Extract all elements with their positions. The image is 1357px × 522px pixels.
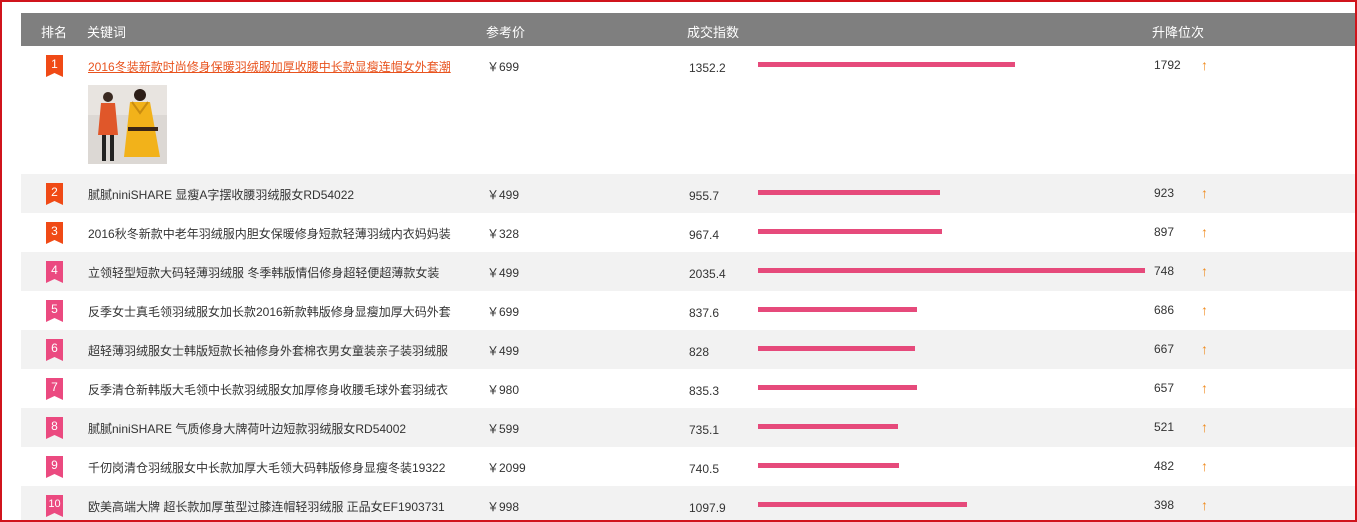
keyword-link[interactable]: 2016冬装新款时尚修身保暖羽绒服加厚收腰中长款显瘦连帽女外套潮: [88, 58, 451, 75]
arrow-up-icon: ↑: [1201, 185, 1208, 201]
down-jacket-thumbnail-icon[interactable]: [88, 85, 167, 164]
rank-badge: 4: [46, 261, 63, 283]
reference-price: ￥499: [487, 188, 520, 202]
reference-price: ￥998: [487, 500, 520, 514]
transaction-index-bar: [758, 229, 942, 234]
rank-change-value: 748: [1154, 264, 1175, 278]
transaction-index-value: 955.7: [689, 189, 720, 203]
rank-badge: 7: [46, 378, 63, 400]
arrow-up-icon: ↑: [1201, 380, 1208, 396]
header-change: 升降位次: [1152, 25, 1205, 40]
table-row: 2 腻腻niniSHARE 显瘦A字摆收腰羽绒服女RD54022 ￥499 955.7…: [21, 174, 1355, 213]
transaction-index-value: 967.4: [689, 228, 720, 242]
arrow-up-icon: ↑: [1201, 263, 1208, 279]
reference-price: ￥499: [487, 344, 520, 358]
reference-price: ￥699: [487, 305, 520, 319]
reference-price: ￥699: [487, 60, 520, 74]
arrow-up-icon: ↑: [1201, 458, 1208, 474]
transaction-index-value: 835.3: [689, 384, 720, 398]
transaction-index-value: 2035.4: [689, 267, 726, 281]
keyword-link[interactable]: 欧美高端大牌 超长款加厚茧型过膝连帽轻羽绒服 正品女EF1903731: [88, 498, 445, 515]
rank-badge: 8: [46, 417, 63, 439]
rank-change-value: 923: [1154, 186, 1175, 200]
rank-badge: 3: [46, 222, 63, 244]
rank-change-value: 1792: [1154, 58, 1181, 72]
transaction-index-bar: [758, 62, 1015, 67]
arrow-up-icon: ↑: [1201, 57, 1208, 73]
header-index: 成交指数: [687, 25, 740, 40]
rank-change-value: 897: [1154, 225, 1175, 239]
table-header: 排名 关键词 参考价 成交指数 升降位次: [21, 13, 1355, 46]
ranking-panel: 排名 关键词 参考价 成交指数 升降位次 1 2016冬装新款时尚修身保暖羽绒服加…: [0, 0, 1357, 522]
transaction-index-value: 735.1: [689, 423, 720, 437]
transaction-index-bar: [758, 307, 917, 312]
rank-change-value: 482: [1154, 459, 1175, 473]
transaction-index-bar: [758, 502, 967, 507]
keyword-link[interactable]: 2016秋冬新款中老年羽绒服内胆女保暖修身短款轻薄羽绒内衣妈妈装: [88, 225, 451, 242]
rank-badge: 1: [46, 55, 63, 77]
transaction-index-bar: [758, 385, 917, 390]
transaction-index-value: 1097.9: [689, 501, 726, 515]
rank-change-value: 398: [1154, 498, 1175, 512]
reference-price: ￥2099: [487, 461, 526, 475]
rank-change-value: 667: [1154, 342, 1175, 356]
header-keyword: 关键词: [87, 25, 127, 40]
keyword-link[interactable]: 千仞岗清仓羽绒服女中长款加厚大毛领大码韩版修身显瘦冬装19322: [88, 459, 445, 476]
arrow-up-icon: ↑: [1201, 224, 1208, 240]
table-row: 1 2016冬装新款时尚修身保暖羽绒服加厚收腰中长款显瘦连帽女外套潮 ￥699 135…: [21, 46, 1355, 174]
reference-price: ￥328: [487, 227, 520, 241]
transaction-index-bar: [758, 424, 898, 429]
keyword-link[interactable]: 腻腻niniSHARE 显瘦A字摆收腰羽绒服女RD54022: [88, 186, 354, 203]
reference-price: ￥980: [487, 383, 520, 397]
transaction-index-value: 740.5: [689, 462, 720, 476]
table-row: 4 立领轻型短款大码轻薄羽绒服 冬季韩版情侣修身超轻便超薄款女装 ￥499 2035.…: [21, 252, 1355, 291]
table-row: 8 腻腻niniSHARE 气质修身大牌荷叶边短款羽绒服女RD54002 ￥599 7…: [21, 408, 1355, 447]
transaction-index-bar: [758, 190, 940, 195]
table-row: 7 反季清仓新韩版大毛领中长款羽绒服女加厚修身收腰毛球外套羽绒衣 ￥980 835.3…: [21, 369, 1355, 408]
arrow-up-icon: ↑: [1201, 302, 1208, 318]
keyword-link[interactable]: 反季女士真毛领羽绒服女加长款2016新款韩版修身显瘦加厚大码外套: [88, 303, 451, 320]
arrow-up-icon: ↑: [1201, 497, 1208, 513]
rank-change-value: 657: [1154, 381, 1175, 395]
transaction-index-value: 837.6: [689, 306, 720, 320]
rank-badge: 10: [46, 495, 63, 517]
reference-price: ￥499: [487, 266, 520, 280]
table-body: 1 2016冬装新款时尚修身保暖羽绒服加厚收腰中长款显瘦连帽女外套潮 ￥699 135…: [21, 46, 1355, 520]
keyword-link[interactable]: 立领轻型短款大码轻薄羽绒服 冬季韩版情侣修身超轻便超薄款女装: [88, 264, 439, 281]
table-row: 6 超轻薄羽绒服女士韩版短款长袖修身外套棉衣男女童装亲子装羽绒服 ￥499 828 66…: [21, 330, 1355, 369]
rank-badge: 2: [46, 183, 63, 205]
rank-badge: 9: [46, 456, 63, 478]
header-rank: 排名: [41, 25, 68, 40]
header-price: 参考价: [486, 25, 526, 40]
arrow-up-icon: ↑: [1201, 419, 1208, 435]
keyword-link[interactable]: 反季清仓新韩版大毛领中长款羽绒服女加厚修身收腰毛球外套羽绒衣: [88, 381, 448, 398]
keyword-link[interactable]: 超轻薄羽绒服女士韩版短款长袖修身外套棉衣男女童装亲子装羽绒服: [88, 342, 448, 359]
arrow-up-icon: ↑: [1201, 341, 1208, 357]
transaction-index-value: 828: [689, 345, 710, 359]
table-row: 5 反季女士真毛领羽绒服女加长款2016新款韩版修身显瘦加厚大码外套 ￥699 837…: [21, 291, 1355, 330]
transaction-index-value: 1352.2: [689, 61, 726, 75]
transaction-index-bar: [758, 463, 899, 468]
rank-change-value: 521: [1154, 420, 1175, 434]
table-row: 3 2016秋冬新款中老年羽绒服内胆女保暖修身短款轻薄羽绒内衣妈妈装 ￥328 967…: [21, 213, 1355, 252]
transaction-index-bar: [758, 346, 915, 351]
reference-price: ￥599: [487, 422, 520, 436]
table-row: 9 千仞岗清仓羽绒服女中长款加厚大毛领大码韩版修身显瘦冬装19322 ￥2099 74…: [21, 447, 1355, 486]
rank-badge: 5: [46, 300, 63, 322]
transaction-index-bar: [758, 268, 1145, 273]
rank-change-value: 686: [1154, 303, 1175, 317]
table-row: 10 欧美高端大牌 超长款加厚茧型过膝连帽轻羽绒服 正品女EF1903731 ￥99…: [21, 486, 1355, 520]
rank-badge: 6: [46, 339, 63, 361]
keyword-ranking-table: 排名 关键词 参考价 成交指数 升降位次 1 2016冬装新款时尚修身保暖羽绒服加…: [21, 13, 1355, 520]
keyword-link[interactable]: 腻腻niniSHARE 气质修身大牌荷叶边短款羽绒服女RD54002: [88, 420, 406, 437]
